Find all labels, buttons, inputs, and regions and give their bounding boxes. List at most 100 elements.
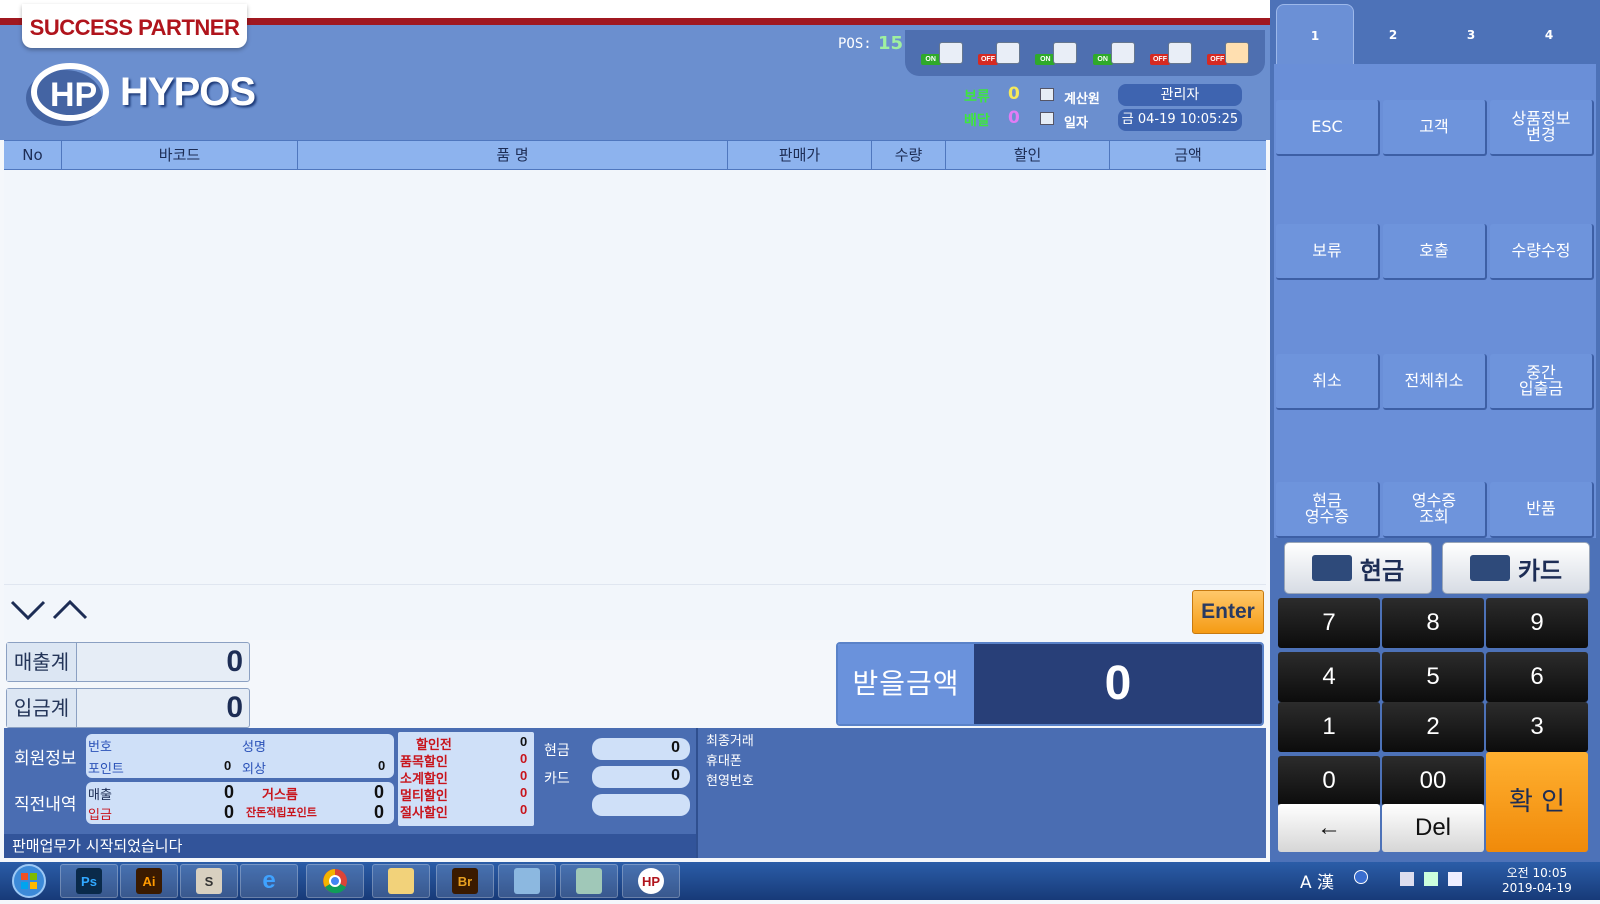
network-tray-icon[interactable]: [1424, 872, 1438, 886]
key-6[interactable]: 6: [1486, 652, 1588, 702]
cash-receipt-button[interactable]: 현금 영수증: [1276, 482, 1380, 538]
backspace-button[interactable]: ←: [1278, 804, 1380, 852]
key-5[interactable]: 5: [1382, 652, 1484, 702]
taskbar-bridge[interactable]: Br: [436, 864, 494, 898]
recall-button[interactable]: 호출: [1383, 224, 1487, 280]
folder-icon: [388, 868, 414, 894]
pos-label: POS:: [838, 36, 872, 52]
taskbar-app-s[interactable]: S: [180, 864, 238, 898]
ok-icon: [1225, 42, 1250, 64]
key-1[interactable]: 1: [1278, 702, 1380, 752]
mini-card-field: 0: [592, 766, 690, 788]
hold-button[interactable]: 보류: [1276, 224, 1380, 280]
edit-quantity-button[interactable]: 수량수정: [1490, 224, 1594, 280]
items-table-body[interactable]: [4, 170, 1266, 584]
column-price: 판매가: [728, 141, 872, 169]
network-status-icon[interactable]: ON: [1033, 36, 1079, 70]
cashier-icon: [1040, 88, 1054, 101]
discount-label-cut: 절사할인: [400, 806, 448, 821]
chevron-down-icon[interactable]: [10, 594, 46, 624]
bridge-icon: Br: [452, 868, 478, 894]
recent-deposit-value: 0: [224, 802, 235, 822]
calendar-icon: [1040, 112, 1054, 125]
tab-4[interactable]: 4: [1510, 4, 1588, 66]
ok-status-icon[interactable]: OFF: [1205, 36, 1251, 70]
tab-1[interactable]: 1: [1276, 4, 1354, 66]
logo-text: HYPOS: [120, 70, 256, 114]
confirm-button[interactable]: 확 인: [1486, 752, 1588, 852]
customer-button[interactable]: 고객: [1383, 100, 1487, 156]
key-3[interactable]: 3: [1486, 702, 1588, 752]
system-clock[interactable]: 오전 10:05 2019-04-19: [1502, 866, 1572, 896]
sales-total-box: 매출계 0: [6, 642, 250, 682]
last-transaction-label: 최종거래: [706, 734, 754, 749]
return-button[interactable]: 반품: [1490, 482, 1594, 538]
amount-due-label: 받을금액: [838, 644, 974, 724]
amount-due-value: 0: [974, 644, 1262, 724]
recent-history-label: 직전내역: [14, 795, 77, 815]
ie-icon: e: [262, 867, 276, 894]
windows-start-icon[interactable]: [4, 862, 54, 900]
stamp-status-icon[interactable]: OFF: [976, 36, 1022, 70]
cancel-button[interactable]: 취소: [1276, 354, 1380, 410]
receipt-lookup-button[interactable]: 영수증 조회: [1383, 482, 1487, 538]
mini-cash-value: 0: [671, 739, 680, 756]
key-8[interactable]: 8: [1382, 598, 1484, 648]
taskbar-hypos[interactable]: HP: [622, 864, 680, 898]
deposit-total-value: 0: [226, 691, 243, 724]
member-info-box[interactable]: 번호 성명 포인트 0 외상 0: [86, 734, 394, 778]
key-2[interactable]: 2: [1382, 702, 1484, 752]
key-0[interactable]: 0: [1278, 756, 1380, 806]
column-qty: 수량: [872, 141, 946, 169]
taskbar-ie[interactable]: e: [240, 864, 298, 898]
card-reader-status-icon[interactable]: ON: [1091, 36, 1137, 70]
taskbar-chrome[interactable]: [306, 864, 364, 898]
status-message: 판매업무가 시작되었습니다: [4, 834, 696, 858]
network-icon: [1053, 42, 1078, 64]
help-icon[interactable]: [1354, 870, 1368, 884]
mini-card-value: 0: [671, 767, 680, 784]
interim-cash-button[interactable]: 중간 입출금: [1490, 354, 1594, 410]
hold-value: 0: [1008, 84, 1020, 104]
action-center-icon[interactable]: [1448, 872, 1462, 886]
taskbar-photoshop[interactable]: Ps: [60, 864, 118, 898]
key-7[interactable]: 7: [1278, 598, 1380, 648]
mini-cash-field: 0: [592, 738, 690, 760]
tab-2[interactable]: 2: [1354, 4, 1432, 66]
pos-number: 15: [878, 33, 904, 54]
enter-button[interactable]: Enter: [1192, 590, 1264, 634]
volume-mute-icon[interactable]: [1400, 872, 1414, 886]
truck-icon: [1167, 42, 1192, 64]
esc-button[interactable]: ESC: [1276, 100, 1380, 156]
card-pay-button[interactable]: 카드: [1442, 542, 1590, 594]
column-amount: 금액: [1174, 146, 1202, 164]
member-number-label: 번호: [88, 740, 112, 755]
edit-icon: [576, 868, 602, 894]
chevron-up-icon[interactable]: [52, 594, 88, 624]
key-00[interactable]: 00: [1382, 756, 1484, 806]
cash-pay-button[interactable]: 현금: [1284, 542, 1432, 594]
cancel-all-button[interactable]: 전체취소: [1383, 354, 1487, 410]
taskbar-photo-viewer[interactable]: [498, 864, 556, 898]
member-name-label: 성명: [242, 740, 266, 755]
key-9[interactable]: 9: [1486, 598, 1588, 648]
card-reader-icon: [1110, 42, 1135, 64]
delete-button[interactable]: Del: [1382, 804, 1484, 852]
mini-cash-label: 현금: [544, 743, 570, 759]
delivery-status-icon[interactable]: OFF: [1148, 36, 1194, 70]
taskbar-editor[interactable]: [560, 864, 618, 898]
mini-extra-field: [592, 794, 690, 816]
member-point-label: 포인트: [88, 762, 124, 777]
remain-point-value: 0: [374, 802, 385, 822]
taskbar-illustrator[interactable]: Ai: [120, 864, 178, 898]
key-4[interactable]: 4: [1278, 652, 1380, 702]
ime-indicator[interactable]: A 漢: [1300, 868, 1334, 893]
edit-product-info-button[interactable]: 상품정보 변경: [1490, 100, 1594, 156]
tab-3[interactable]: 3: [1432, 4, 1510, 66]
deposit-total-label: 입금계: [7, 689, 77, 727]
printer-icon: [938, 42, 963, 64]
taskbar-explorer[interactable]: [372, 864, 430, 898]
svg-text:HP: HP: [50, 76, 97, 114]
stamp-switch: OFF: [977, 54, 998, 65]
printer-status-icon[interactable]: ON: [919, 36, 965, 70]
